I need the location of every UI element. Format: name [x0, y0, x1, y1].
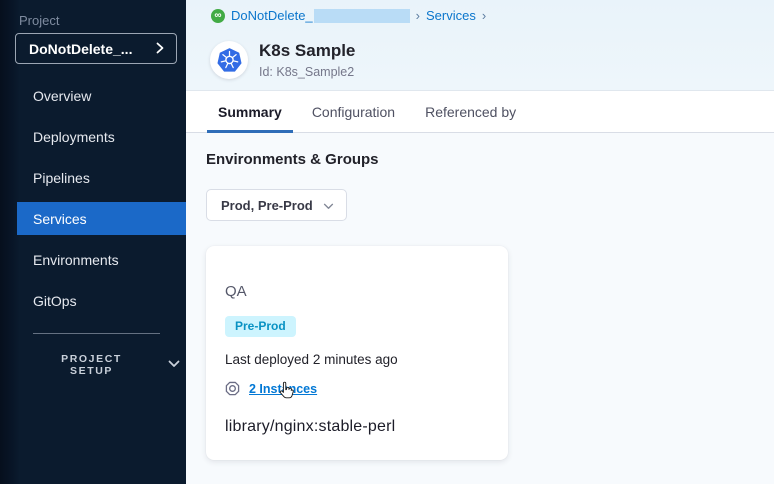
service-title-row: K8s Sample Id: K8s_Sample2	[186, 40, 774, 80]
breadcrumb-services-link[interactable]: Services	[426, 8, 476, 23]
project-setup-label: PROJECT SETUP	[39, 353, 144, 377]
chevron-down-icon	[168, 359, 180, 371]
breadcrumb-separator: ›	[416, 8, 420, 23]
sidebar-divider	[33, 333, 160, 334]
breadcrumb-project-link[interactable]: DoNotDelete_	[231, 8, 313, 23]
page-header: ∞ DoNotDelete_ › Services ›	[186, 0, 774, 90]
chevron-right-icon	[156, 41, 164, 57]
project-sidebar: Project DoNotDelete_... Overview Deploym…	[0, 0, 186, 484]
breadcrumb-selection-highlight	[314, 9, 410, 23]
last-deployed-text: Last deployed 2 minutes ago	[225, 352, 488, 367]
environment-name: QA	[225, 283, 488, 300]
project-icon: ∞	[211, 9, 225, 23]
env-filter-value: Prod, Pre-Prod	[221, 198, 313, 213]
badge-row: Pre-Prod	[225, 316, 488, 337]
instances-icon	[225, 381, 240, 396]
summary-content: Environments & Groups Prod, Pre-Prod QA …	[186, 133, 774, 460]
tab-bar: Summary Configuration Referenced by	[186, 90, 774, 133]
env-type-badge: Pre-Prod	[225, 316, 296, 337]
main-area: ∞ DoNotDelete_ › Services ›	[186, 0, 774, 484]
section-title: Environments & Groups	[206, 151, 754, 168]
tab-configuration[interactable]: Configuration	[301, 91, 406, 132]
app-root: Project DoNotDelete_... Overview Deploym…	[0, 0, 774, 484]
sidebar-nav: Overview Deployments Pipelines Services …	[0, 79, 186, 317]
sidebar-item-pipelines[interactable]: Pipelines	[17, 161, 186, 194]
project-label: Project	[19, 13, 186, 28]
tab-referenced-by[interactable]: Referenced by	[414, 91, 527, 132]
instances-row: 2 Instances	[225, 381, 488, 396]
page-subtitle: Id: K8s_Sample2	[259, 64, 355, 80]
instances-link[interactable]: 2 Instances	[249, 382, 317, 396]
tab-summary[interactable]: Summary	[207, 91, 293, 132]
chevron-down-icon	[323, 198, 334, 213]
breadcrumb: ∞ DoNotDelete_ › Services ›	[186, 0, 774, 23]
service-title-block: K8s Sample Id: K8s_Sample2	[259, 40, 355, 80]
sidebar-item-environments[interactable]: Environments	[17, 243, 186, 276]
sidebar-item-overview[interactable]: Overview	[17, 79, 186, 112]
page-title: K8s Sample	[259, 40, 355, 62]
artifact-name: library/nginx:stable-perl	[225, 418, 488, 436]
project-selector-value: DoNotDelete_...	[29, 41, 132, 57]
environment-card: QA Pre-Prod Last deployed 2 minutes ago …	[206, 246, 508, 460]
sidebar-item-gitops[interactable]: GitOps	[17, 284, 186, 317]
breadcrumb-separator: ›	[482, 8, 486, 23]
project-setup-toggle[interactable]: PROJECT SETUP	[33, 352, 186, 378]
env-filter-dropdown[interactable]: Prod, Pre-Prod	[206, 189, 347, 221]
kubernetes-icon	[210, 41, 248, 79]
sidebar-item-deployments[interactable]: Deployments	[17, 120, 186, 153]
sidebar-item-services[interactable]: Services	[17, 202, 186, 235]
project-selector[interactable]: DoNotDelete_...	[15, 33, 177, 64]
